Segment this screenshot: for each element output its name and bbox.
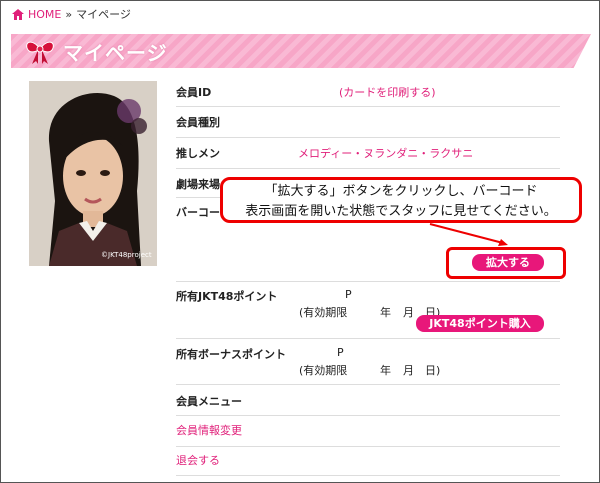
home-icon [12,8,24,20]
member-type-row: 会員種別 [176,107,560,138]
breadcrumb: HOME » マイページ [12,6,131,22]
instruction-callout: 「拡大する」ボタンをクリックし、バーコード 表示画面を開いた状態でスタッフに見せ… [220,177,582,223]
buy-points-button[interactable]: JKT48ポイント購入 [416,315,544,332]
points-expiry-year: 年 [380,306,391,319]
member-id-row: 会員ID (カードを印刷する) [176,80,560,107]
print-card-link-wrapper: (カードを印刷する) [339,84,436,100]
member-menu-row: 会員メニュー [176,385,560,416]
bonus-expiry-prefix: (有効期限 [299,364,348,377]
bonus-expiry-year: 年 [380,364,391,377]
points-label: 所有JKT48ポイント [176,290,278,303]
member-photo: ©JKT48project [29,81,157,266]
points-expiry-month: 月 [403,306,414,319]
menu-item-row: 退会する [176,447,560,476]
bonus-points-label: 所有ボーナスポイント [176,348,286,361]
breadcrumb-separator: » [65,7,73,21]
oshimen-row: 推しメン メロディー・ヌランダニ・ラクサニ [176,138,560,169]
points-unit: P [345,288,352,301]
breadcrumb-home-link[interactable]: HOME [28,8,61,21]
page-title: マイページ [63,41,168,65]
breadcrumb-current: マイページ [76,8,131,21]
bonus-points-row: 所有ボーナスポイント [176,339,560,385]
oshimen-label: 推しメン [176,147,220,160]
callout-line-2: 表示画面を開いた状態でスタッフに見せてください。 [245,204,557,219]
edit-member-info-link[interactable]: 会員情報変更 [176,422,242,438]
ribbon-icon [26,41,54,64]
callout-line-1: 「拡大する」ボタンをクリックし、バーコード [264,184,538,199]
member-menu-label: 会員メニュー [176,395,242,408]
expand-button-highlight [446,247,566,279]
member-type-label: 会員種別 [176,116,220,129]
points-expiry-prefix: (有効期限 [299,306,348,319]
photo-watermark: ©JKT48project [101,251,152,259]
member-id-label: 会員ID [176,86,212,99]
bonus-expiry-day: 日) [425,364,441,377]
page-header-banner: マイページ [11,34,591,68]
bonus-points-unit: P [337,346,344,359]
theater-label: 劇場来場 [176,178,220,191]
print-card-link[interactable]: カードを印刷する [343,86,431,99]
print-link-close-paren: ) [431,86,436,99]
menu-item-row: 会員情報変更 [176,416,560,447]
bonus-expiry-month: 月 [403,364,414,377]
member-portrait-image [29,81,157,266]
oshimen-value: メロディー・ヌランダニ・ラクサニ [298,147,474,160]
withdraw-link[interactable]: 退会する [176,452,220,468]
